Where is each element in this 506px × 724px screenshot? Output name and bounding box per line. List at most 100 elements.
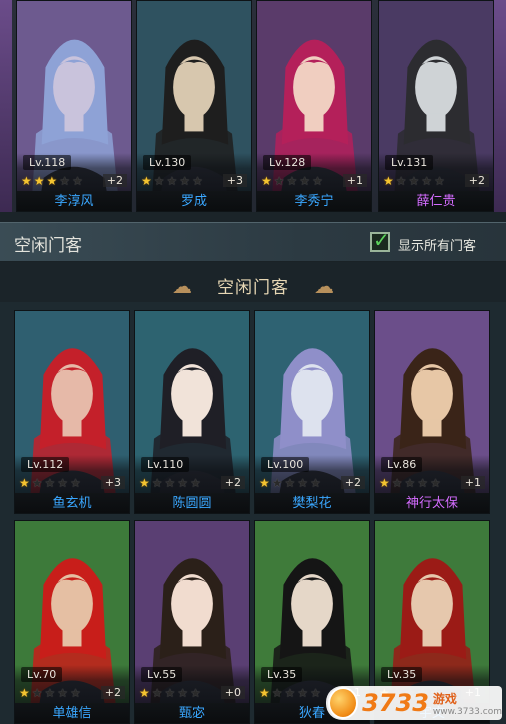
star-icon: ★: [434, 174, 445, 188]
star-icon: ★: [299, 174, 311, 188]
star-icon: ★: [166, 174, 178, 188]
star-icon: ★: [297, 686, 309, 700]
hero-star-rating: ★★★★★: [139, 477, 201, 489]
hero-card[interactable]: Lv.100 ★ ★ ★ ★ ★ +2 樊梨花: [254, 310, 370, 514]
hero-name: 罗成: [137, 191, 251, 211]
hero-name: 甄宓: [135, 703, 249, 723]
section-title: 空闲门客: [14, 236, 82, 256]
star-icon: ★: [44, 686, 56, 700]
hero-bonus: +2: [464, 174, 489, 187]
hero-name: 陈圆圆: [135, 493, 249, 513]
show-all-checkbox[interactable]: ✓: [370, 228, 390, 252]
star-icon: ★: [151, 686, 163, 700]
star-icon: ★: [164, 686, 176, 700]
star-icon: ★: [31, 476, 43, 490]
show-all-label[interactable]: 显示所有门客: [398, 235, 476, 254]
hero-card[interactable]: Lv.70 ★ ★ ★ ★ ★ +2 单雄信: [14, 520, 130, 724]
star-icon: ★: [19, 476, 30, 490]
hero-bonus: +2: [220, 476, 245, 489]
hero-star-rating: ★★★★★: [19, 477, 81, 489]
star-icon: ★: [273, 174, 285, 188]
idle-banner: ☁ 空闲门客 ☁: [0, 268, 506, 302]
star-icon: ★: [286, 174, 298, 188]
partial-card-left[interactable]: [0, 0, 12, 212]
star-icon: ★: [59, 174, 71, 188]
star-icon: ★: [391, 476, 403, 490]
star-icon: ★: [57, 476, 69, 490]
star-icon: ★: [190, 476, 201, 490]
star-icon: ★: [395, 174, 407, 188]
hero-card[interactable]: Lv.86 ★ ★ ★ ★ ★ +1 神行太保: [374, 310, 490, 514]
star-icon: ★: [297, 476, 309, 490]
site-watermark: 3733 游戏 www.3733.com: [326, 686, 502, 720]
hero-star-rating: ★★★★★: [383, 175, 445, 187]
hero-level: Lv.118: [23, 155, 72, 170]
hero-level: Lv.55: [141, 667, 183, 682]
star-icon: ★: [430, 476, 441, 490]
star-icon: ★: [261, 174, 272, 188]
hero-card[interactable]: Lv.112 ★ ★ ★ ★ ★ +3 鱼玄机: [14, 310, 130, 514]
star-icon: ★: [404, 476, 416, 490]
hero-card[interactable]: Lv.131 ★ ★ ★ ★ ★ +2 薛仁贵: [378, 0, 494, 212]
star-icon: ★: [139, 686, 150, 700]
star-icon: ★: [151, 476, 163, 490]
star-icon: ★: [259, 476, 270, 490]
cloud-right-icon: ☁: [314, 274, 334, 298]
watermark-text: 游戏: [432, 691, 457, 706]
hero-level: Lv.70: [21, 667, 63, 682]
star-icon: ★: [312, 174, 323, 188]
hero-star-rating: ★★★★★: [259, 687, 321, 699]
star-icon: ★: [153, 174, 165, 188]
hero-star-rating: ★★★★★: [139, 687, 201, 699]
star-icon: ★: [21, 174, 32, 188]
hero-name: 李淳风: [17, 191, 131, 211]
hero-name: 鱼玄机: [15, 493, 129, 513]
hero-level: Lv.86: [381, 457, 423, 472]
hero-card[interactable]: Lv.118 ★ ★ ★ ★ ★ +2 李淳风: [16, 0, 132, 212]
star-icon: ★: [33, 174, 45, 188]
hero-star-rating: ★★★★★: [379, 477, 441, 489]
star-icon: ★: [271, 476, 283, 490]
orange-mascot-icon: [328, 687, 359, 719]
star-icon: ★: [164, 476, 176, 490]
hero-star-rating: ★★★★★: [21, 175, 83, 187]
star-icon: ★: [190, 686, 201, 700]
star-icon: ★: [417, 476, 429, 490]
idle-section-header: 空闲门客 ✓ 显示所有门客: [0, 222, 506, 262]
star-icon: ★: [31, 686, 43, 700]
hero-name: 樊梨花: [255, 493, 369, 513]
hero-bonus: +1: [342, 174, 367, 187]
hero-level: Lv.35: [261, 667, 303, 682]
hero-bonus: +2: [102, 174, 127, 187]
watermark-url: www.3733.com: [432, 706, 502, 717]
hero-star-rating: ★★★★★: [19, 687, 81, 699]
hero-level: Lv.130: [143, 155, 192, 170]
star-icon: ★: [72, 174, 83, 188]
hero-star-rating: ★★★★★: [141, 175, 203, 187]
star-icon: ★: [139, 476, 150, 490]
hero-card[interactable]: Lv.110 ★ ★ ★ ★ ★ +2 陈圆圆: [134, 310, 250, 514]
star-icon: ★: [70, 686, 81, 700]
star-icon: ★: [177, 686, 189, 700]
star-icon: ★: [379, 476, 390, 490]
hero-name: 薛仁贵: [379, 191, 493, 211]
hero-level: Lv.131: [385, 155, 434, 170]
star-icon: ★: [284, 686, 296, 700]
hero-name: 李秀宁: [257, 191, 371, 211]
hero-bonus: +2: [340, 476, 365, 489]
star-icon: ★: [179, 174, 191, 188]
partial-card-right[interactable]: [494, 0, 506, 212]
star-icon: ★: [271, 686, 283, 700]
hero-name: 神行太保: [375, 493, 489, 513]
star-icon: ★: [192, 174, 203, 188]
hero-bonus: +2: [100, 686, 125, 699]
hero-name: 单雄信: [15, 703, 129, 723]
hero-level: Lv.100: [261, 457, 310, 472]
star-icon: ★: [259, 686, 270, 700]
star-icon: ★: [44, 476, 56, 490]
star-icon: ★: [284, 476, 296, 490]
hero-card[interactable]: Lv.130 ★ ★ ★ ★ ★ +3 罗成: [136, 0, 252, 212]
hero-card[interactable]: Lv.55 ★ ★ ★ ★ ★ +0 甄宓: [134, 520, 250, 724]
hero-card[interactable]: Lv.128 ★ ★ ★ ★ ★ +1 李秀宁: [256, 0, 372, 212]
star-icon: ★: [19, 686, 30, 700]
